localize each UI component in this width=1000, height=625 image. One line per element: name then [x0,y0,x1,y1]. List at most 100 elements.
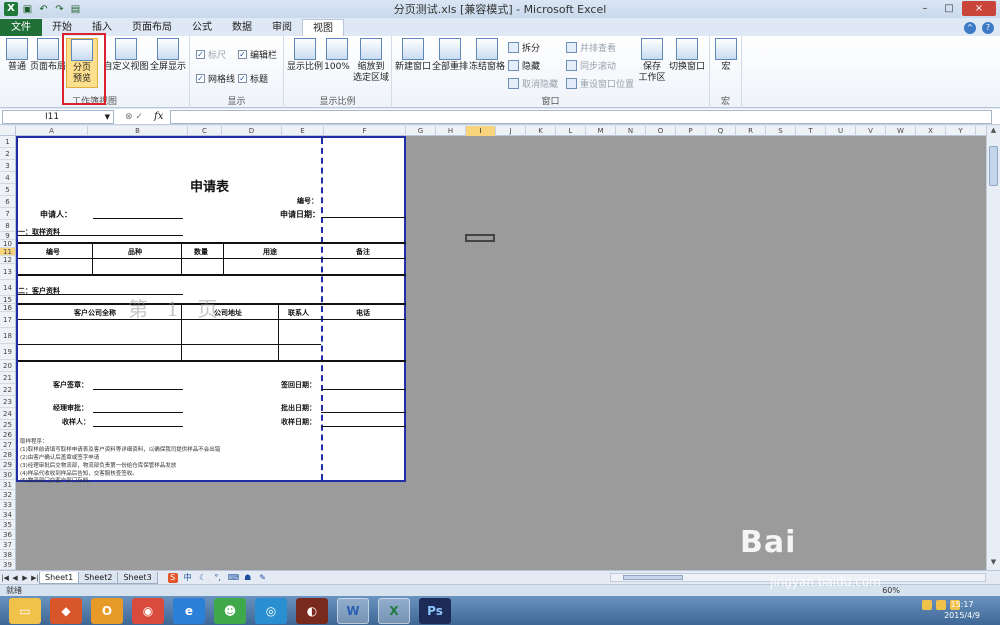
minimize-button[interactable]: – [914,1,936,16]
help-icon[interactable]: ? [982,21,994,34]
print-preview-icon[interactable]: ▤ [69,3,82,16]
column-header[interactable]: W [886,126,916,136]
column-header[interactable]: C [188,126,222,136]
zoom-100-button[interactable]: 100% [324,38,350,73]
column-header[interactable]: E [282,126,324,136]
skin-icon[interactable]: ☗ [243,573,253,583]
chevron-down-icon[interactable]: ▼ [105,111,110,123]
row-header[interactable]: 6 [0,196,15,208]
row-header[interactable]: 2 [0,148,15,160]
column-header[interactable]: R [736,126,766,136]
row-header[interactable]: 18 [0,328,15,344]
reset-window-position-button[interactable]: 重设窗口位置 [566,77,634,90]
column-header[interactable]: T [796,126,826,136]
scroll-down-icon[interactable]: ▼ [987,558,1000,570]
unhide-button[interactable]: 取消隐藏 [508,77,558,90]
zoom-to-selection-button[interactable]: 缩放到 选定区域 [352,38,390,84]
wechat-icon[interactable]: ☻ [214,597,246,624]
zoom-button[interactable]: 显示比例 [287,38,323,73]
redo-icon[interactable]: ↷ [53,3,66,16]
ie-icon[interactable]: e [173,597,205,624]
custom-views-button[interactable]: 自定义视图 [104,38,149,73]
column-header[interactable]: N [616,126,646,136]
row-header[interactable]: 22 [0,384,15,396]
row-header[interactable]: 31 [0,480,15,490]
outlook-icon[interactable]: O [91,597,123,624]
tray-icon[interactable] [922,600,932,610]
chrome-icon[interactable]: ◉ [132,597,164,624]
row-header[interactable]: 23 [0,396,15,408]
tab-file[interactable]: 文件 [0,19,42,36]
tab-view[interactable]: 视图 [302,19,344,36]
column-header[interactable]: X [916,126,946,136]
column-header[interactable]: V [856,126,886,136]
row-header[interactable]: 27 [0,440,15,450]
tab-data[interactable]: 数据 [222,19,262,36]
excel-icon[interactable]: X [378,597,410,624]
tab-page-layout[interactable]: 页面布局 [122,19,182,36]
moon-icon[interactable]: ☾ [198,573,208,583]
app-icon[interactable]: ◆ [50,597,82,624]
row-header[interactable]: 13 [0,264,15,280]
punctuation-icon[interactable]: °, [213,573,223,583]
tab-review[interactable]: 审阅 [262,19,302,36]
row-header[interactable]: 17 [0,312,15,328]
excel-logo-icon[interactable]: X [4,2,18,16]
undo-icon[interactable]: ↶ [37,3,50,16]
row-header[interactable]: 37 [0,540,15,550]
column-header[interactable]: M [586,126,616,136]
first-sheet-icon[interactable]: |◀ [0,574,10,582]
select-all-corner[interactable] [0,126,16,136]
view-side-by-side-button[interactable]: 并排查看 [566,41,616,54]
column-header[interactable]: Q [706,126,736,136]
column-header[interactable]: U [826,126,856,136]
column-header[interactable]: P [676,126,706,136]
row-header[interactable]: 19 [0,344,15,360]
row-header[interactable]: 1 [0,136,15,148]
sheet-tab-sheet2[interactable]: Sheet2 [78,571,119,584]
row-header[interactable]: 4 [0,172,15,184]
prev-sheet-icon[interactable]: ◀ [10,574,20,582]
row-header[interactable]: 26 [0,430,15,440]
chinese-mode-icon[interactable]: 中 [183,573,193,583]
row-header[interactable]: 35 [0,520,15,530]
new-window-button[interactable]: 新建窗口 [395,38,431,73]
row-header[interactable]: 28 [0,450,15,460]
row-header[interactable]: 20 [0,360,15,372]
column-header[interactable]: S [766,126,796,136]
row-header[interactable]: 36 [0,530,15,540]
column-header[interactable]: F [324,126,406,136]
save-workspace-button[interactable]: 保存 工作区 [636,38,668,84]
row-header[interactable]: 8 [0,220,15,232]
page-layout-view-button[interactable]: 页面布局 [30,38,66,73]
switch-windows-button[interactable]: 切换窗口 [668,38,706,73]
column-header[interactable]: G [406,126,436,136]
formula-input[interactable] [170,109,992,124]
worksheet-grid[interactable]: 申请表 编号： 申请人： 申请日期： 一：取样资料 编号 品种 数量 用途 备注… [16,136,986,570]
explorer-icon[interactable]: ▭ [9,597,41,624]
full-screen-button[interactable]: 全屏显示 [150,38,186,73]
column-header[interactable]: J [496,126,526,136]
row-header[interactable]: 21 [0,372,15,384]
scroll-thumb[interactable] [989,146,998,186]
column-header[interactable]: H [436,126,466,136]
keyboard-icon[interactable]: ⌨ [228,573,240,583]
insert-function-icon[interactable]: fx [154,111,170,122]
browser-icon[interactable]: ◎ [255,597,287,624]
normal-view-button[interactable]: 普通 [4,38,30,73]
row-header[interactable]: 25 [0,420,15,430]
scroll-thumb[interactable] [623,575,683,580]
headings-checkbox[interactable]: ✓ 标题 [238,72,268,85]
row-header[interactable]: 3 [0,160,15,172]
column-header[interactable]: Y [946,126,976,136]
tools-icon[interactable]: ✎ [258,573,268,583]
row-header[interactable]: 30 [0,470,15,480]
row-header[interactable]: 14 [0,280,15,296]
sheet-tab-sheet1[interactable]: Sheet1 [39,571,80,584]
page-break-line[interactable] [321,138,323,480]
column-header[interactable]: L [556,126,586,136]
row-header[interactable]: 11 [0,248,15,256]
save-icon[interactable]: ▣ [21,3,34,16]
gridlines-checkbox[interactable]: ✓ 网格线 [196,72,235,85]
row-header[interactable]: 38 [0,550,15,560]
